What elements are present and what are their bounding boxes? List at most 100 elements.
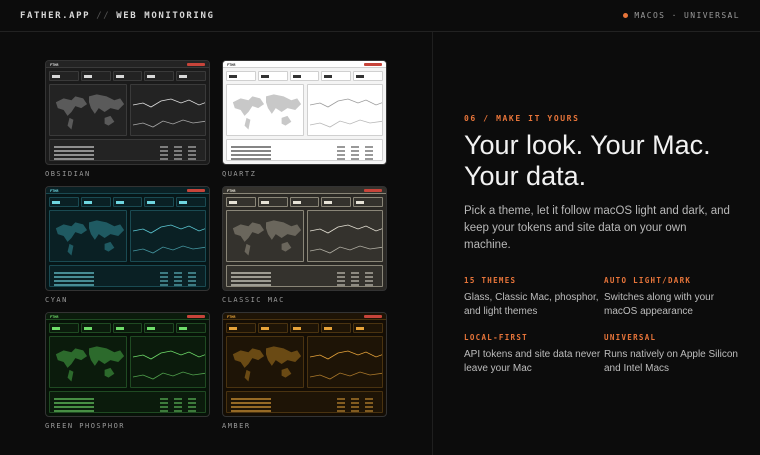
preview-toolbar: FTHR: [223, 187, 386, 194]
theme-label: CYAN: [45, 296, 68, 304]
preview-logo: FTHR: [50, 189, 59, 193]
preview-stat-tile: [176, 71, 206, 81]
preview-alert-badge: [187, 315, 205, 318]
preview-stat-tile: [226, 71, 256, 81]
preview-traffic-chart: [130, 210, 206, 262]
preview-site-table: [49, 265, 206, 287]
feature-themes: 15 THEMES Glass, Classic Mac, phosphor, …: [464, 276, 604, 319]
brand: FATHER.APP // WEB MONITORING: [20, 11, 215, 21]
feature-title: 15 THEMES: [464, 276, 517, 285]
preview-toolbar: FTHR: [223, 313, 386, 320]
preview-stats: [226, 323, 383, 333]
section-eyebrow: 06 / MAKE IT YOURS: [464, 114, 580, 123]
preview-traffic-chart: [307, 210, 383, 262]
preview-stat-tile: [321, 197, 352, 207]
preview-world-map: [49, 210, 127, 262]
preview-alert-badge: [187, 63, 205, 66]
preview-logo: FTHR: [50, 63, 59, 67]
preview-stat-tile: [49, 197, 79, 207]
section-headline: Your look. Your Mac. Your data.: [464, 130, 711, 191]
brand-name: FATHER.APP: [20, 11, 91, 21]
preview-world-map: [226, 84, 304, 136]
preview-site-table: [49, 139, 206, 161]
feature-body: Switches along with your macOS appearanc…: [604, 292, 715, 317]
preview-stats: [49, 197, 206, 207]
preview-stat-tile: [321, 323, 352, 333]
preview-toolbar: FTHR: [223, 61, 386, 68]
feature-local-first: LOCAL-FIRST API tokens and site data nev…: [464, 333, 604, 376]
theme-label: GREEN PHOSPHOR: [45, 422, 126, 430]
preview-toolbar: FTHR: [46, 61, 209, 68]
theme-label: OBSIDIAN: [45, 170, 91, 178]
preview-stat-tile: [112, 323, 143, 333]
preview-traffic-chart: [130, 336, 206, 388]
preview-stat-tile: [176, 323, 206, 333]
preview-world-map: [49, 84, 127, 136]
top-bar: FATHER.APP // WEB MONITORING MACOS · UNIVE…: [0, 0, 760, 32]
theme-card-green-phosphor[interactable]: FTHR GREEN PHOSPHOR: [45, 312, 210, 432]
preview-stat-tile: [80, 323, 111, 333]
preview-stat-tile: [257, 197, 288, 207]
preview-site-table: [226, 139, 383, 161]
preview-stat-tile: [353, 71, 383, 81]
preview-stat-tile: [353, 197, 383, 207]
theme-preview: FTHR: [45, 186, 210, 291]
feature-universal: UNIVERSAL Runs natively on Apple Silicon…: [604, 333, 744, 376]
status-dot-icon: [623, 13, 629, 18]
theme-card-obsidian[interactable]: FTHR OBSIDIAN: [45, 60, 210, 180]
preview-logo: FTHR: [50, 315, 59, 319]
theme-label: QUARTZ: [222, 170, 257, 178]
preview-traffic-chart: [130, 84, 206, 136]
theme-preview: FTHR: [222, 186, 387, 291]
feature-body: Runs natively on Apple Silicon and Intel…: [604, 349, 738, 374]
preview-logo: FTHR: [227, 63, 236, 67]
preview-stat-tile: [289, 323, 320, 333]
preview-alert-badge: [187, 189, 205, 192]
feature-body: API tokens and site data never leave you…: [464, 349, 601, 374]
preview-logo: FTHR: [227, 315, 236, 319]
preview-world-map: [49, 336, 127, 388]
preview-stat-tile: [112, 71, 143, 81]
theme-card-cyan[interactable]: FTHR CYAN: [45, 186, 210, 306]
preview-world-map: [226, 336, 304, 388]
preview-traffic-chart: [307, 336, 383, 388]
section-name: WEB MONITORING: [116, 11, 215, 21]
preview-stat-tile: [353, 323, 383, 333]
platform-label: MACOS · UNIVERSAL: [634, 11, 740, 20]
preview-stat-tile: [112, 197, 143, 207]
preview-stat-tile: [257, 71, 288, 81]
preview-stat-tile: [257, 323, 288, 333]
brand-separator: //: [96, 11, 111, 21]
theme-card-classic-mac[interactable]: FTHR CLASSIC MAC: [222, 186, 387, 306]
preview-stat-tile: [144, 323, 175, 333]
feature-title: UNIVERSAL: [604, 333, 657, 342]
preview-stat-tile: [176, 197, 206, 207]
theme-label: CLASSIC MAC: [222, 296, 285, 304]
theme-label: AMBER: [222, 422, 251, 430]
platform-indicator: MACOS · UNIVERSAL: [623, 11, 740, 20]
preview-traffic-chart: [307, 84, 383, 136]
preview-stat-tile: [80, 197, 111, 207]
preview-world-map: [226, 210, 304, 262]
feature-title: AUTO LIGHT/DARK: [604, 276, 692, 285]
preview-site-table: [226, 265, 383, 287]
preview-stat-tile: [49, 71, 79, 81]
preview-stats: [49, 323, 206, 333]
feature-auto-light-dark: AUTO LIGHT/DARK Switches along with your…: [604, 276, 744, 319]
preview-toolbar: FTHR: [46, 313, 209, 320]
column-divider: [432, 32, 433, 455]
theme-card-amber[interactable]: FTHR AMBER: [222, 312, 387, 432]
preview-stat-tile: [144, 71, 175, 81]
theme-card-quartz[interactable]: FTHR QUARTZ: [222, 60, 387, 180]
preview-alert-badge: [364, 189, 382, 192]
preview-alert-badge: [364, 63, 382, 66]
preview-stat-tile: [49, 323, 79, 333]
preview-stat-tile: [289, 197, 320, 207]
preview-stats: [226, 197, 383, 207]
preview-site-table: [226, 391, 383, 413]
preview-stat-tile: [289, 71, 320, 81]
feature-title: LOCAL-FIRST: [464, 333, 528, 342]
preview-site-table: [49, 391, 206, 413]
section-lede: Pick a theme, let it follow macOS light …: [464, 205, 730, 251]
preview-alert-badge: [364, 315, 382, 318]
